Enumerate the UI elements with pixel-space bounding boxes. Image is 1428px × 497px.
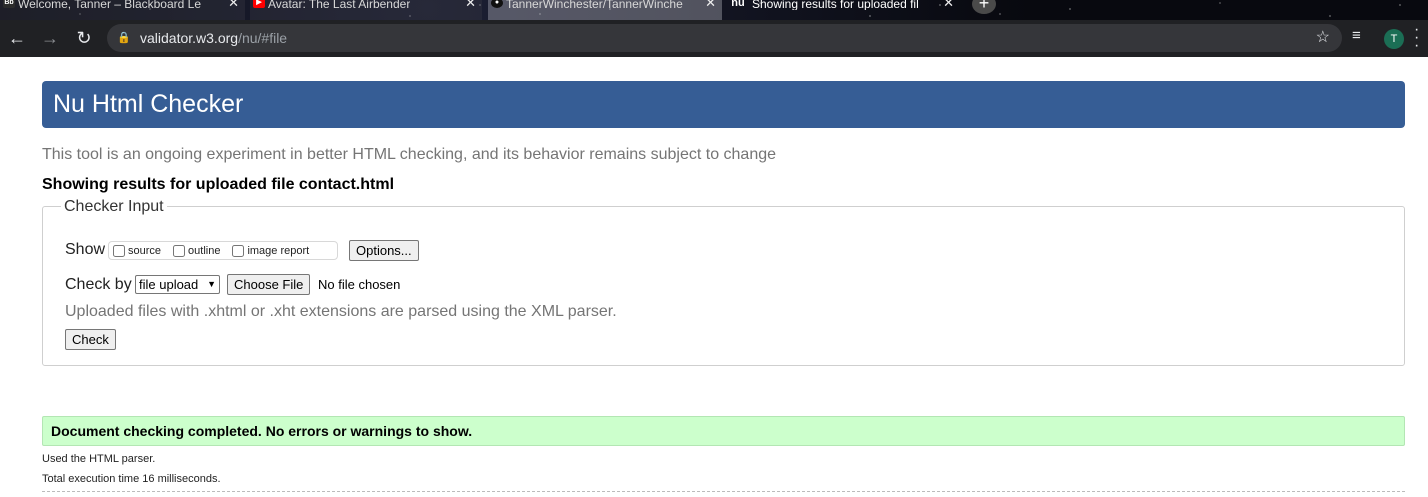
check-by-select[interactable]: file upload ▼ (135, 275, 220, 294)
image-report-checkbox[interactable] (232, 244, 245, 257)
show-label: Show (65, 241, 106, 258)
no-file-chosen-text: No file chosen (318, 277, 401, 292)
tab-github[interactable]: ● TannerWinchester/TannerWinche ✕ (488, 0, 722, 20)
youtube-icon: ▶ (253, 0, 265, 8)
results-heading: Showing results for uploaded file contac… (42, 176, 395, 193)
options-button[interactable]: Options... (349, 240, 419, 261)
url-text: validator.w3.org/nu/#file (140, 24, 287, 52)
chevron-down-icon: ▼ (207, 279, 216, 289)
tab-title: Showing results for uploaded fil (752, 0, 919, 10)
bookmark-star-icon[interactable]: ☆ (1316, 24, 1330, 52)
github-icon: ● (491, 0, 503, 8)
page-title: Nu Html Checker (42, 81, 1405, 128)
outline-label: outline (188, 244, 221, 257)
blackboard-icon: Bb (3, 0, 15, 8)
tab-title: Avatar: The Last Airbender (268, 0, 411, 10)
execution-time: Total execution time 16 milliseconds. (42, 473, 221, 485)
tab-validator[interactable]: nu Showing results for uploaded fil ✕ (728, 0, 960, 20)
show-outline-option[interactable]: outline (173, 244, 221, 257)
close-tab-icon[interactable]: ✕ (705, 0, 716, 9)
source-checkbox[interactable] (113, 244, 125, 257)
outline-checkbox[interactable] (173, 244, 186, 257)
success-message: Document checking completed. No errors o… (42, 416, 1405, 446)
check-button[interactable]: Check (65, 329, 116, 350)
source-label: source (128, 244, 162, 257)
check-by-value: file upload (139, 277, 199, 292)
forward-icon[interactable]: → (38, 27, 62, 49)
menu-kebab-icon[interactable]: · · · (1414, 22, 1419, 54)
divider (42, 491, 1405, 492)
show-options-group: source outline image report (108, 241, 338, 260)
reading-list-icon[interactable]: ≡ (1352, 27, 1361, 44)
tab-title: TannerWinchester/TannerWinche (506, 0, 683, 10)
back-icon[interactable]: ← (5, 27, 29, 49)
tab-youtube[interactable]: ▶ Avatar: The Last Airbender ✕ (250, 0, 482, 20)
show-source-option[interactable]: source (113, 244, 162, 257)
check-by-label: Check by (65, 276, 132, 293)
url-path: /nu/#file (238, 30, 288, 46)
show-image-report-option[interactable]: image report (232, 244, 310, 257)
close-tab-icon[interactable]: ✕ (228, 0, 239, 9)
browser-toolbar: ← → ↻ 🔒 validator.w3.org/nu/#file ☆ ≡ T … (0, 20, 1428, 57)
address-bar[interactable]: 🔒 validator.w3.org/nu/#file ☆ (107, 24, 1342, 52)
profile-avatar[interactable]: T (1384, 29, 1404, 49)
url-host: validator.w3.org (140, 30, 239, 46)
checker-input-legend: Checker Input (61, 198, 167, 216)
choose-file-button[interactable]: Choose File (227, 274, 311, 295)
tab-title: Welcome, Tanner – Blackboard Le (18, 0, 201, 10)
tab-blackboard[interactable]: Bb Welcome, Tanner – Blackboard Le ✕ (0, 0, 245, 20)
experimental-notice: This tool is an ongoing experiment in be… (42, 146, 777, 163)
nu-icon: nu (731, 0, 745, 9)
parser-info: Used the HTML parser. (42, 453, 156, 465)
lock-icon: 🔒 (117, 32, 131, 44)
xml-parser-note: Uploaded files with .xhtml or .xht exten… (65, 303, 617, 320)
tab-strip: Bb Welcome, Tanner – Blackboard Le ✕ ▶ A… (0, 0, 1428, 20)
close-tab-icon[interactable]: ✕ (943, 0, 954, 9)
reload-icon[interactable]: ↻ (72, 27, 96, 49)
close-tab-icon[interactable]: ✕ (465, 0, 476, 9)
image-report-label: image report (247, 244, 310, 257)
